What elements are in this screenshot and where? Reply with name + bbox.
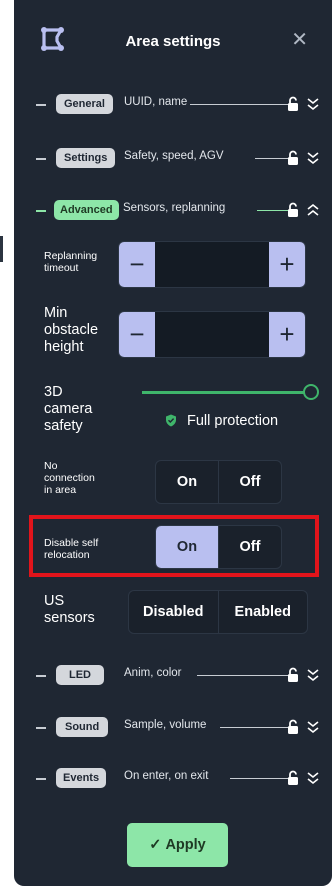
section-dash (36, 210, 46, 212)
unlock-icon[interactable] (287, 202, 299, 218)
chevron-down-icon[interactable] (306, 97, 320, 111)
section-line (220, 727, 288, 729)
section-dash (36, 104, 46, 106)
section-led[interactable]: LED Anim, color (14, 663, 332, 687)
section-general[interactable]: General UUID, name (14, 92, 332, 116)
section-pill-settings[interactable]: Settings (56, 148, 116, 168)
decrement-button[interactable]: − (119, 242, 155, 287)
section-settings[interactable]: Settings Safety, speed, AGV (14, 146, 332, 170)
chevron-down-icon[interactable] (306, 771, 320, 785)
no-connection-label: No connection in area (44, 460, 95, 496)
section-desc: Sensors, replanning (123, 202, 226, 214)
increment-button[interactable]: + (269, 312, 305, 357)
camera-safety-status: Full protection (187, 413, 279, 429)
unlock-icon[interactable] (287, 770, 299, 786)
apply-button[interactable]: ✓ Apply (127, 823, 228, 867)
section-dash (36, 675, 46, 677)
section-events[interactable]: Events On enter, on exit (14, 766, 332, 790)
section-desc: UUID, name (124, 96, 188, 108)
section-line (257, 210, 288, 212)
section-dash (36, 778, 46, 780)
unlock-icon[interactable] (287, 96, 299, 112)
chevron-up-icon[interactable] (306, 203, 320, 217)
chevron-down-icon[interactable] (306, 151, 320, 165)
unlock-icon[interactable] (287, 719, 299, 735)
section-advanced[interactable]: Advanced Sensors, replanning (14, 198, 332, 222)
shield-check-icon (166, 414, 176, 427)
panel-title: Area settings (125, 33, 221, 50)
replanning-timeout-stepper[interactable]: − + (118, 241, 306, 288)
left-edge-tick (0, 236, 3, 262)
camera-safety-slider-thumb[interactable] (303, 384, 319, 400)
section-pill-led[interactable]: LED (56, 665, 104, 685)
section-line (197, 675, 288, 677)
section-desc: On enter, on exit (124, 770, 209, 782)
self-relocation-on-option[interactable]: On (156, 526, 218, 568)
section-pill-general[interactable]: General (56, 94, 113, 114)
section-line (230, 778, 288, 780)
us-sensors-enabled-option[interactable]: Enabled (217, 591, 308, 633)
area-settings-panel: Area settings ✕ General UUID, name Setti… (14, 0, 332, 886)
increment-button[interactable]: + (269, 242, 305, 287)
replanning-timeout-label: Replanning timeout (44, 250, 98, 274)
self-relocation-toggle[interactable]: On Off (155, 525, 282, 569)
section-line (255, 158, 288, 160)
self-relocation-label: Disable self relocation (44, 537, 99, 561)
section-desc: Sample, volume (124, 719, 207, 731)
chevron-down-icon[interactable] (306, 720, 320, 734)
unlock-icon[interactable] (287, 150, 299, 166)
section-pill-events[interactable]: Events (56, 768, 107, 788)
camera-safety-slider-track[interactable] (142, 391, 305, 394)
section-desc: Anim, color (124, 667, 182, 679)
chevron-down-icon[interactable] (306, 668, 320, 682)
no-connection-on-option[interactable]: On (156, 461, 218, 503)
section-pill-sound[interactable]: Sound (56, 717, 109, 737)
section-dash (36, 727, 46, 729)
section-pill-advanced[interactable]: Advanced (54, 200, 119, 220)
self-relocation-off-option[interactable]: Off (218, 526, 281, 568)
section-sound[interactable]: Sound Sample, volume (14, 715, 332, 739)
apply-label: Apply (165, 837, 206, 853)
min-obstacle-height-stepper[interactable]: − + (118, 311, 306, 358)
section-line (190, 104, 288, 106)
us-sensors-label: US sensors (44, 593, 95, 626)
section-dash (36, 158, 46, 160)
no-connection-toggle[interactable]: On Off (155, 460, 282, 504)
section-desc: Safety, speed, AGV (124, 150, 224, 162)
close-icon[interactable]: ✕ (291, 30, 308, 50)
min-obstacle-height-label: Min obstacle height (44, 305, 99, 355)
us-sensors-disabled-option[interactable]: Disabled (129, 591, 218, 633)
decrement-button[interactable]: − (119, 312, 155, 357)
camera-safety-label: 3D camera safety (44, 384, 93, 434)
unlock-icon[interactable] (287, 667, 299, 683)
us-sensors-toggle[interactable]: Disabled Enabled (128, 590, 308, 634)
no-connection-off-option[interactable]: Off (218, 461, 281, 503)
checkmark-icon: ✓ (149, 837, 162, 853)
panel-header: Area settings ✕ (14, 0, 332, 90)
